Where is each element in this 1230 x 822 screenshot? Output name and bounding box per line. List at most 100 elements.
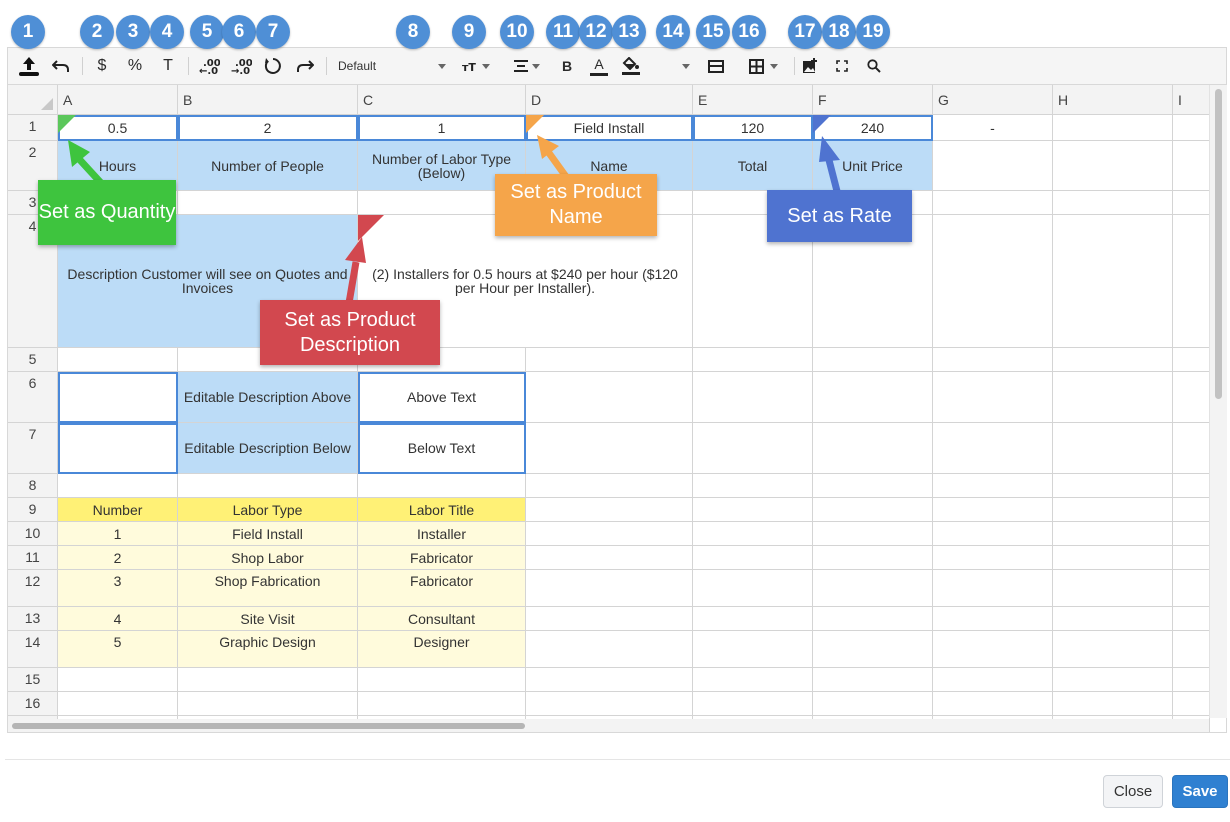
cell-a10[interactable]: 1 (58, 522, 178, 546)
cell-b13[interactable]: Site Visit (178, 607, 358, 631)
cell-h15[interactable] (1053, 668, 1173, 692)
fill-color-dropdown[interactable] (678, 48, 694, 84)
cell-g5[interactable] (933, 348, 1053, 372)
row-header-8[interactable]: 8 (8, 474, 58, 498)
cell-f12[interactable] (813, 570, 933, 607)
cell-g15[interactable] (933, 668, 1053, 692)
row-header-5[interactable]: 5 (8, 348, 58, 372)
cell-h7[interactable] (1053, 423, 1173, 474)
column-header-i[interactable]: I (1173, 85, 1210, 115)
cell-i5[interactable] (1173, 348, 1210, 372)
cell-e12[interactable] (693, 570, 813, 607)
cell-f6[interactable] (813, 372, 933, 423)
cell-h1[interactable] (1053, 115, 1173, 141)
cell-d8[interactable] (526, 474, 693, 498)
cell-a9[interactable]: Number (58, 498, 178, 522)
row-header-12[interactable]: 12 (8, 570, 58, 607)
font-color-button[interactable]: A (586, 48, 612, 84)
cell-c14[interactable]: Designer (358, 631, 526, 668)
cell-a16[interactable] (58, 692, 178, 716)
cell-b1[interactable]: 2 (178, 115, 358, 141)
cell-f14[interactable] (813, 631, 933, 668)
cell-h4[interactable] (1053, 215, 1173, 348)
row-header-16[interactable]: 16 (8, 692, 58, 716)
cell-g2[interactable] (933, 141, 1053, 191)
cell-f13[interactable] (813, 607, 933, 631)
cell-g1[interactable]: - (933, 115, 1053, 141)
select-all-corner[interactable] (8, 85, 58, 115)
cell-b10[interactable]: Field Install (178, 522, 358, 546)
cell-e11[interactable] (693, 546, 813, 570)
cell-b7[interactable]: Editable Description Below (178, 423, 358, 474)
cell-i15[interactable] (1173, 668, 1210, 692)
row-header-6[interactable]: 6 (8, 372, 58, 423)
cell-f11[interactable] (813, 546, 933, 570)
cell-c10[interactable]: Installer (358, 522, 526, 546)
borders-button[interactable] (740, 48, 786, 84)
cell-d15[interactable] (526, 668, 693, 692)
column-header-b[interactable]: B (178, 85, 358, 115)
cell-h8[interactable] (1053, 474, 1173, 498)
cell-d13[interactable] (526, 607, 693, 631)
cell-i11[interactable] (1173, 546, 1210, 570)
cell-h5[interactable] (1053, 348, 1173, 372)
cell-g8[interactable] (933, 474, 1053, 498)
cell-g11[interactable] (933, 546, 1053, 570)
cell-i6[interactable] (1173, 372, 1210, 423)
cell-e13[interactable] (693, 607, 813, 631)
cell-f8[interactable] (813, 474, 933, 498)
fill-color-button[interactable] (618, 48, 644, 84)
cell-h13[interactable] (1053, 607, 1173, 631)
cell-h9[interactable] (1053, 498, 1173, 522)
cell-f5[interactable] (813, 348, 933, 372)
column-header-e[interactable]: E (693, 85, 813, 115)
cell-f2[interactable]: Unit Price (813, 141, 933, 191)
cell-f9[interactable] (813, 498, 933, 522)
cell-e10[interactable] (693, 522, 813, 546)
merge-cells-icon[interactable] (704, 48, 728, 84)
cell-f10[interactable] (813, 522, 933, 546)
cell-d7[interactable] (526, 423, 693, 474)
cell-h16[interactable] (1053, 692, 1173, 716)
cell-i8[interactable] (1173, 474, 1210, 498)
column-header-f[interactable]: F (813, 85, 933, 115)
cell-b15[interactable] (178, 668, 358, 692)
cell-g6[interactable] (933, 372, 1053, 423)
cell-g14[interactable] (933, 631, 1053, 668)
cell-f15[interactable] (813, 668, 933, 692)
cell-e2[interactable]: Total (693, 141, 813, 191)
horizontal-scrollbar[interactable] (8, 719, 1209, 732)
cell-d1[interactable]: Field Install (526, 115, 693, 141)
cell-g12[interactable] (933, 570, 1053, 607)
cell-e5[interactable] (693, 348, 813, 372)
cell-b14[interactable]: Graphic Design (178, 631, 358, 668)
cell-i14[interactable] (1173, 631, 1210, 668)
cell-c7[interactable]: Below Text (358, 423, 526, 474)
cell-h6[interactable] (1053, 372, 1173, 423)
cell-b8[interactable] (178, 474, 358, 498)
cell-d16[interactable] (526, 692, 693, 716)
cell-a5[interactable] (58, 348, 178, 372)
row-header-13[interactable]: 13 (8, 607, 58, 631)
cell-c6[interactable]: Above Text (358, 372, 526, 423)
column-header-h[interactable]: H (1053, 85, 1173, 115)
cell-i1[interactable] (1173, 115, 1210, 141)
cell-c12[interactable]: Fabricator (358, 570, 526, 607)
align-button[interactable] (510, 48, 544, 84)
column-header-c[interactable]: C (358, 85, 526, 115)
cell-i10[interactable] (1173, 522, 1210, 546)
cell-i3[interactable] (1173, 191, 1210, 215)
cell-a11[interactable]: 2 (58, 546, 178, 570)
cell-b16[interactable] (178, 692, 358, 716)
cell-a14[interactable]: 5 (58, 631, 178, 668)
cell-h3[interactable] (1053, 191, 1173, 215)
column-header-a[interactable]: A (58, 85, 178, 115)
font-size-button[interactable]: тT (460, 48, 492, 84)
font-select[interactable]: Default (338, 48, 446, 84)
percent-button[interactable]: % (122, 48, 148, 84)
cell-i13[interactable] (1173, 607, 1210, 631)
cell-e1[interactable]: 120 (693, 115, 813, 141)
rotate-icon[interactable] (260, 48, 286, 84)
text-format-button[interactable]: T (156, 48, 180, 84)
cell-a15[interactable] (58, 668, 178, 692)
